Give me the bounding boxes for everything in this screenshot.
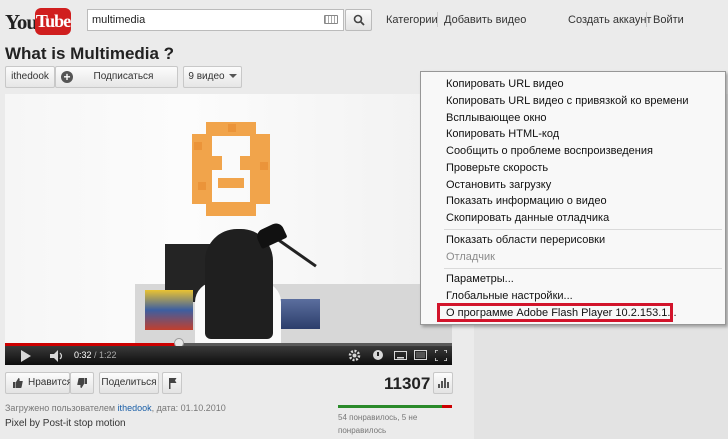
like-button[interactable]: Нравится (5, 372, 73, 394)
play-icon[interactable] (21, 350, 31, 362)
uploaded-prefix: Загружено пользователем (5, 403, 116, 413)
view-count: 11307 (384, 374, 431, 393)
desk-items-scene (145, 290, 193, 330)
like-label: Нравится (28, 377, 73, 388)
video-description: Pixel by Post-it stop motion (5, 418, 126, 429)
large-player-icon[interactable] (414, 350, 427, 360)
postit-artwork (192, 122, 270, 216)
bar-chart-icon (438, 378, 449, 388)
share-button[interactable]: Поделиться (99, 372, 159, 394)
videos-label: 9 видео (188, 71, 225, 82)
search-box (87, 9, 344, 31)
keyboard-icon[interactable] (324, 15, 338, 24)
rating-bar-likes (338, 405, 443, 408)
search-button[interactable] (345, 9, 372, 31)
fullscreen-icon[interactable] (435, 350, 447, 361)
likes-count: 54 понравилось, 5 не понравилось (338, 413, 418, 435)
subscribe-label: Подписаться (93, 71, 154, 82)
categories-link[interactable]: Категории (386, 14, 438, 26)
menu-item-copy-html[interactable]: Копировать HTML-код (446, 128, 559, 140)
gear-icon[interactable] (348, 349, 361, 362)
menu-item-copy-url-time[interactable]: Копировать URL видео с привязкой ко врем… (446, 95, 688, 107)
menu-item-popout[interactable]: Всплывающее окно (446, 112, 547, 124)
dislike-button[interactable] (70, 372, 94, 394)
menu-item-debugger: Отладчик (446, 251, 495, 263)
header-divider (437, 12, 438, 27)
search-icon (353, 14, 365, 26)
duration: / 1:22 (94, 350, 117, 360)
flag-icon (169, 378, 177, 389)
youtube-logo[interactable]: You Tube (5, 6, 71, 36)
uploader-link[interactable]: ithedook (118, 403, 152, 413)
video-title: What is Multimedia ? (5, 44, 175, 63)
flag-button[interactable] (162, 372, 182, 394)
create-account-link[interactable]: Создать аккаунт (568, 14, 651, 26)
menu-item-stop-download[interactable]: Остановить загрузку (446, 179, 551, 191)
upload-date: , дата: 01.10.2010 (151, 403, 226, 413)
menu-item-video-info[interactable]: Показать информацию о видео (446, 195, 607, 207)
header-divider (646, 12, 647, 27)
menu-item-copy-url[interactable]: Копировать URL видео (446, 78, 564, 90)
channel-button[interactable]: ithedook (5, 66, 55, 88)
youtube-page: You Tube Категории Добавить видео Создат… (0, 0, 728, 439)
upload-link[interactable]: Добавить видео (444, 14, 526, 26)
menu-item-settings[interactable]: Параметры... (446, 273, 514, 285)
annotations-icon[interactable] (372, 349, 384, 361)
upload-info: Загружено пользователем ithedook, дата: … (5, 403, 226, 413)
flash-context-menu: Копировать URL видео Копировать URL виде… (420, 71, 726, 325)
desk-items-scene (280, 299, 320, 329)
search-input[interactable] (88, 10, 308, 30)
menu-separator (444, 229, 722, 230)
logo-tube-text: Tube (35, 8, 71, 35)
thumbs-up-icon (13, 378, 23, 388)
stats-button[interactable] (433, 372, 453, 394)
highlight-box (437, 303, 673, 322)
volume-icon[interactable] (50, 350, 64, 362)
video-player[interactable]: 0:32 / 1:22 (5, 94, 452, 365)
plus-icon: + (61, 71, 73, 83)
menu-item-redraw-regions[interactable]: Показать области перерисовки (446, 234, 605, 246)
menu-item-copy-debug[interactable]: Скопировать данные отладчика (446, 212, 609, 224)
menu-item-global-settings[interactable]: Глобальные настройки... (446, 290, 573, 302)
current-time: 0:32 (74, 350, 92, 360)
small-player-icon[interactable] (394, 351, 407, 360)
logo-you-text: You (5, 10, 38, 34)
menu-separator (444, 268, 722, 269)
rating-bar (338, 405, 452, 408)
menu-item-speed-test[interactable]: Проверьте скорость (446, 162, 548, 174)
player-controls (5, 346, 452, 365)
sign-in-link[interactable]: Войти (653, 14, 684, 26)
thumbs-down-icon (77, 378, 87, 388)
chevron-down-icon (228, 74, 237, 79)
subscribe-button[interactable]: + Подписаться (55, 66, 178, 88)
menu-item-report-playback[interactable]: Сообщить о проблеме воспроизведения (446, 145, 653, 157)
time-display: 0:32 / 1:22 (74, 350, 117, 360)
videos-dropdown[interactable]: 9 видео (183, 66, 242, 88)
